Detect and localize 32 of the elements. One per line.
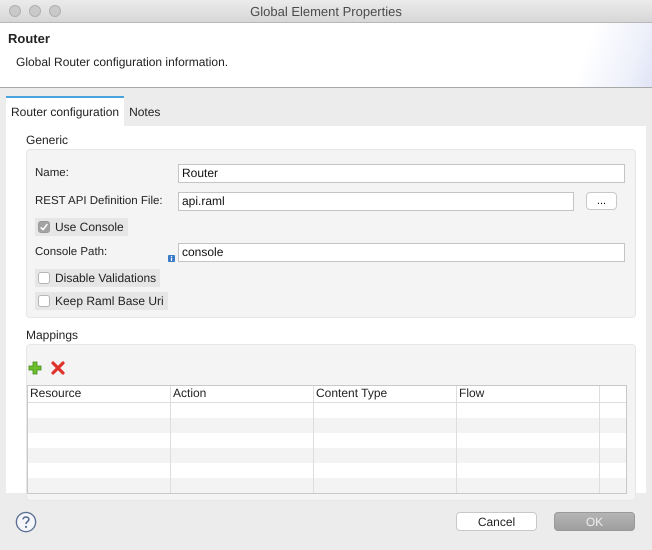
section-title: Mappings: [26, 328, 80, 344]
minimize-button[interactable]: [29, 5, 41, 17]
header-title: Router: [8, 31, 51, 46]
dialog-button[interactable]: Cancel: [456, 512, 537, 531]
add-icon[interactable]: [28, 361, 42, 375]
delete-icon[interactable]: [51, 361, 65, 375]
field-label: Console Path:: [35, 246, 108, 258]
column-header[interactable]: Flow: [457, 386, 600, 402]
help-icon[interactable]: [15, 510, 37, 532]
close-button[interactable]: [9, 5, 21, 17]
column-header[interactable]: Content Type: [314, 386, 457, 402]
section-title: Generic: [26, 133, 70, 149]
field-label: REST API Definition File:: [35, 195, 164, 207]
info-icon: [168, 255, 175, 262]
checkbox-option[interactable]: Keep Raml Base Uri: [35, 292, 168, 310]
column-header[interactable]: Action: [171, 386, 314, 402]
zoom-button[interactable]: [49, 5, 61, 17]
tab[interactable]: Router configuration: [6, 96, 124, 126]
field-label: Name:: [35, 167, 70, 179]
checkbox-option[interactable]: Use Console: [35, 218, 128, 236]
text-field[interactable]: console: [178, 242, 625, 262]
window-title: Global Element Properties: [249, 4, 403, 18]
tab[interactable]: Notes: [124, 96, 166, 126]
checkbox[interactable]: [38, 294, 50, 306]
text-field[interactable]: Router: [178, 164, 625, 182]
checkbox[interactable]: [38, 220, 50, 232]
checkbox[interactable]: [38, 272, 50, 284]
text-field[interactable]: api.raml: [178, 192, 574, 210]
browse-button[interactable]: ...: [586, 192, 617, 210]
header-description: Global Router configuration information.: [16, 55, 230, 69]
column-header[interactable]: Resource: [28, 386, 171, 402]
checkbox-option[interactable]: Disable Validations: [35, 268, 160, 286]
